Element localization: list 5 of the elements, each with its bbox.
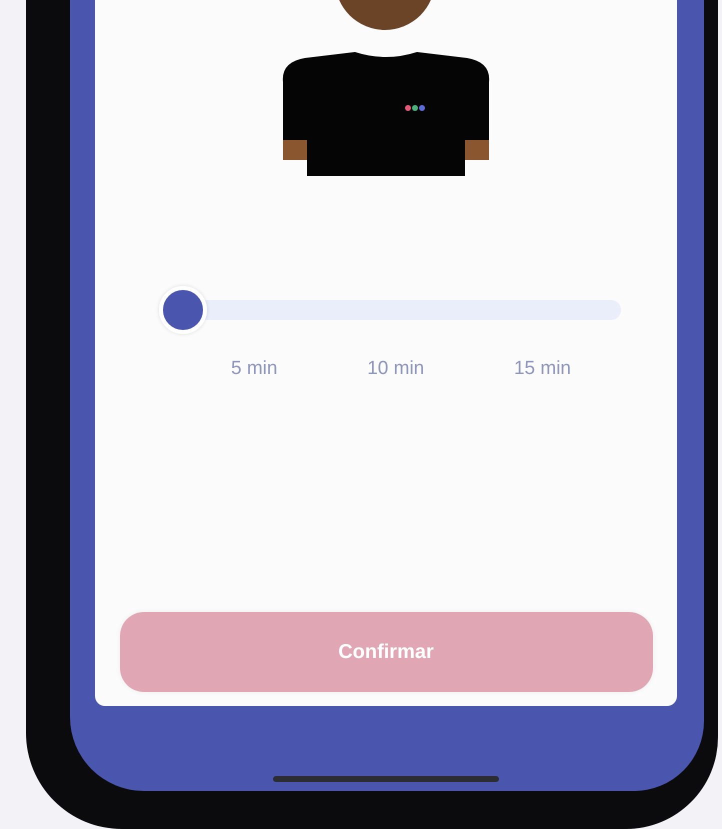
slider-tick-label: 5 min xyxy=(231,358,278,380)
slider-thumb[interactable] xyxy=(159,286,207,334)
slider-tick-label: 15 min xyxy=(514,358,571,380)
slider-tick-label: 10 min xyxy=(367,358,424,380)
duration-slider-track[interactable] xyxy=(159,286,621,334)
